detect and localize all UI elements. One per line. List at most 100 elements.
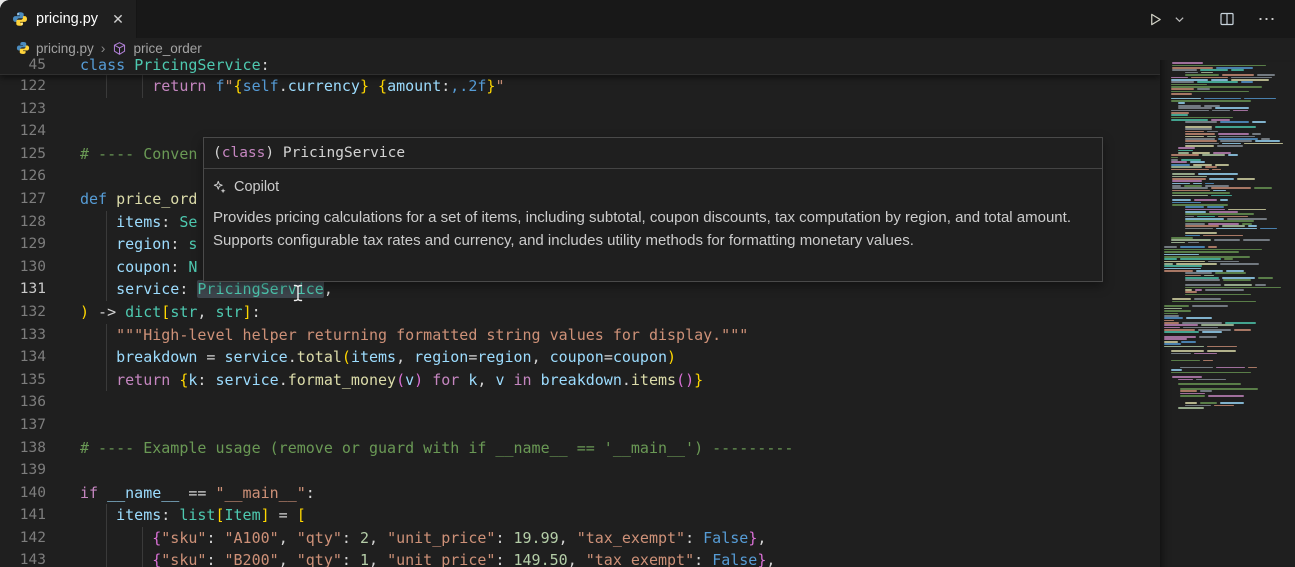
minimap-line bbox=[1224, 284, 1253, 286]
code-text: ) -> dict[str, str]: bbox=[80, 302, 261, 321]
minimap-line bbox=[1185, 402, 1197, 404]
minimap-line bbox=[1164, 312, 1179, 315]
line-number[interactable]: 141 bbox=[0, 504, 60, 527]
minimap-line bbox=[1208, 178, 1235, 180]
tab-pricing-py[interactable]: pricing.py ✕ bbox=[0, 0, 137, 38]
minimap-line bbox=[1185, 225, 1220, 227]
split-editor-button[interactable] bbox=[1215, 7, 1239, 31]
minimap-line bbox=[1185, 232, 1217, 234]
line-number[interactable]: 134 bbox=[0, 346, 60, 369]
code-text: def price_ord bbox=[80, 189, 198, 208]
line-number[interactable]: 143 bbox=[0, 549, 60, 567]
minimap-line bbox=[1211, 194, 1233, 197]
minimap-line bbox=[1164, 305, 1189, 308]
minimap-line bbox=[1172, 298, 1191, 301]
minimap-line bbox=[1172, 300, 1256, 303]
code-text: region: s bbox=[116, 235, 198, 254]
minimap-line bbox=[1171, 161, 1187, 164]
breadcrumb-item-file[interactable]: pricing.py bbox=[36, 41, 94, 56]
minimap-line bbox=[1171, 359, 1200, 362]
minimap-line bbox=[1171, 369, 1183, 371]
minimap-line bbox=[1223, 279, 1251, 282]
code-line[interactable]: 45 class PricingService: bbox=[0, 58, 1160, 74]
line-number[interactable]: 140 bbox=[0, 482, 60, 505]
line-number[interactable]: 45 bbox=[0, 58, 60, 74]
sticky-scroll[interactable]: 45 class PricingService: bbox=[0, 58, 1160, 75]
minimap-line bbox=[1185, 284, 1222, 286]
run-dropdown-button[interactable] bbox=[1171, 7, 1187, 31]
tab-label: pricing.py bbox=[36, 11, 99, 27]
minimap-line bbox=[1171, 114, 1188, 116]
run-button[interactable] bbox=[1143, 7, 1167, 31]
line-number[interactable]: 127 bbox=[0, 188, 60, 211]
line-number[interactable]: 126 bbox=[0, 165, 60, 188]
code-line[interactable]: 141 items: list[Item] = [ bbox=[0, 504, 1160, 527]
line-number[interactable]: 130 bbox=[0, 256, 60, 279]
code-line[interactable]: 134 breakdown = service.total(items, reg… bbox=[0, 346, 1160, 369]
code-line[interactable]: 138 # ---- Example usage (remove or guard… bbox=[0, 437, 1160, 460]
line-number[interactable]: 138 bbox=[0, 437, 60, 460]
minimap-line bbox=[1219, 135, 1255, 138]
minimap-line bbox=[1251, 121, 1266, 124]
code-text: items: list[Item] = [ bbox=[116, 506, 306, 525]
line-number[interactable]: 124 bbox=[0, 120, 60, 143]
minimap-line bbox=[1189, 161, 1205, 164]
minimap-line bbox=[1256, 74, 1276, 76]
minimap-line bbox=[1171, 109, 1210, 112]
minimap-line bbox=[1185, 74, 1220, 76]
line-number[interactable]: 129 bbox=[0, 233, 60, 256]
word-highlight: PricingService bbox=[197, 280, 324, 299]
minimap-line bbox=[1210, 187, 1251, 190]
code-line[interactable]: 140 if __name__ == "__main__": bbox=[0, 482, 1160, 505]
code-area[interactable]: 45 class PricingService: 122 return f"{se… bbox=[0, 58, 1160, 567]
minimap-line bbox=[1233, 329, 1252, 331]
line-number[interactable]: 128 bbox=[0, 211, 60, 234]
code-line[interactable]: 136 bbox=[0, 391, 1160, 414]
code-line[interactable]: 137 bbox=[0, 414, 1160, 437]
minimap-line bbox=[1207, 135, 1217, 138]
breadcrumb-item-symbol[interactable]: price_order bbox=[133, 41, 201, 56]
line-number[interactable]: 123 bbox=[0, 98, 60, 121]
code-text: return {k: service.format_money(v) for k… bbox=[116, 370, 704, 389]
minimap-line bbox=[1172, 173, 1196, 175]
more-actions-button[interactable]: ⋯ bbox=[1255, 7, 1279, 31]
minimap-line bbox=[1215, 366, 1246, 369]
minimap-line bbox=[1178, 107, 1213, 109]
minimap-line bbox=[1164, 310, 1192, 312]
code-text: items: Se bbox=[116, 212, 198, 231]
code-line[interactable]: 132 ) -> dict[str, str]: bbox=[0, 301, 1160, 324]
vscode-editor-window: pricing.py ✕ ⋯ pricing.py › price_order … bbox=[0, 0, 1295, 567]
minimap-line bbox=[1179, 246, 1205, 249]
line-number[interactable]: 131 bbox=[0, 278, 60, 301]
line-number[interactable]: 142 bbox=[0, 527, 60, 550]
code-line[interactable]: 143 {"sku": "B200", "qty": 1, "unit_pric… bbox=[0, 549, 1160, 567]
minimap-line bbox=[1187, 241, 1199, 244]
breadcrumb-separator: › bbox=[100, 40, 106, 56]
minimap-line bbox=[1219, 121, 1249, 124]
line-number[interactable]: 135 bbox=[0, 369, 60, 392]
minimap-line bbox=[1164, 265, 1203, 267]
minimap-line bbox=[1201, 324, 1234, 326]
minimap-line bbox=[1181, 340, 1197, 343]
code-line[interactable]: 122 return f"{self.currency} {amount:,.2… bbox=[0, 75, 1160, 98]
minimap-line bbox=[1202, 331, 1223, 334]
code-line[interactable]: 135 return {k: service.format_money(v) f… bbox=[0, 368, 1160, 392]
line-number[interactable]: 125 bbox=[0, 143, 60, 166]
close-icon[interactable]: ✕ bbox=[112, 12, 124, 26]
line-number[interactable]: 136 bbox=[0, 391, 60, 414]
minimap-line bbox=[1164, 324, 1199, 326]
code-line[interactable]: 133 """High-level helper returning forma… bbox=[0, 323, 1160, 347]
code-line[interactable]: 139 bbox=[0, 459, 1160, 482]
line-number[interactable]: 133 bbox=[0, 324, 60, 347]
minimap-line bbox=[1214, 404, 1234, 407]
minimap[interactable] bbox=[1160, 60, 1295, 567]
code-line[interactable]: 123 bbox=[0, 98, 1160, 121]
line-number[interactable]: 137 bbox=[0, 414, 60, 437]
minimap-line bbox=[1164, 317, 1183, 319]
line-number[interactable]: 122 bbox=[0, 75, 60, 98]
line-number[interactable]: 139 bbox=[0, 459, 60, 482]
line-number[interactable]: 132 bbox=[0, 301, 60, 324]
editor-pane: 45 class PricingService: 122 return f"{se… bbox=[0, 58, 1295, 567]
code-line[interactable]: 142 {"sku": "A100", "qty": 2, "unit_pric… bbox=[0, 526, 1160, 550]
